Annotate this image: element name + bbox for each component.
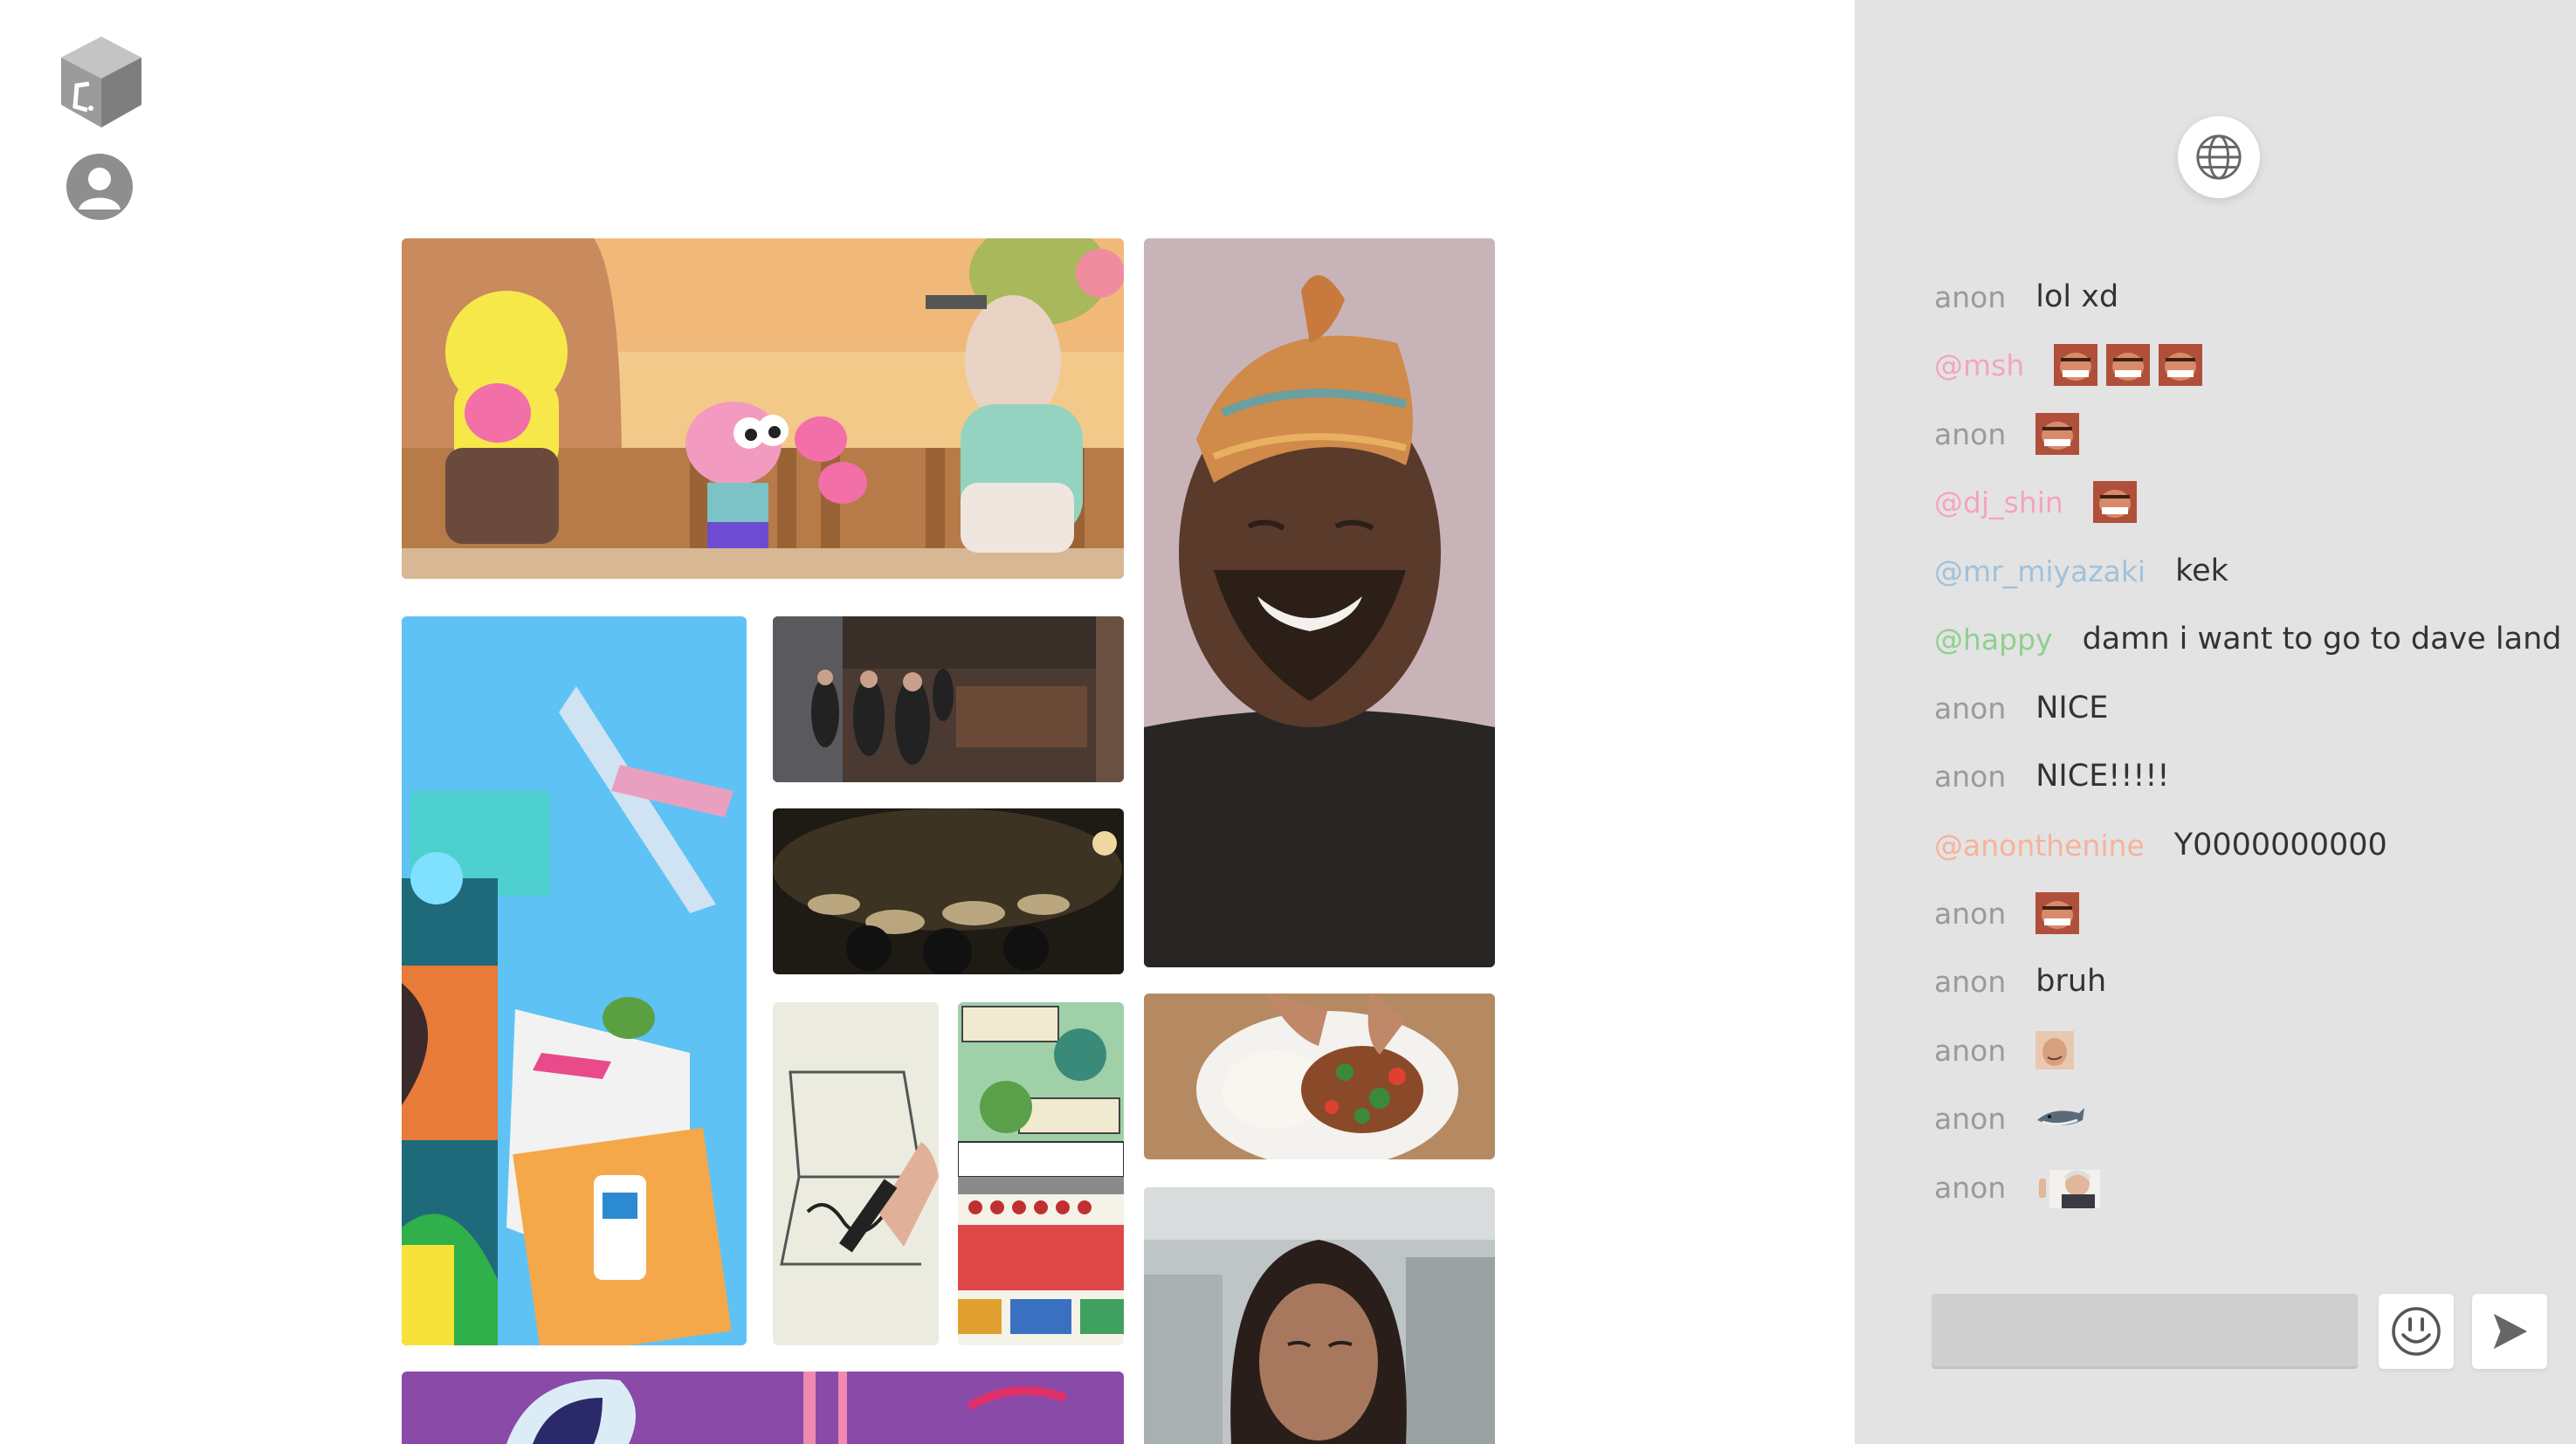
chat-username[interactable]: @anonthenine	[1934, 829, 2145, 863]
chat-message: anon lol xd	[1934, 271, 2118, 323]
game-scene-crowd-thumbnail[interactable]	[773, 616, 1124, 782]
chat-message: anon NICE	[1934, 682, 2108, 734]
chat-username[interactable]: anon	[1934, 1171, 2006, 1205]
chat-text: Y0000000000	[2173, 828, 2387, 863]
smirk-face-emote	[2035, 1031, 2075, 1069]
laughing-face-emote	[2054, 344, 2098, 386]
old-man-wave-emote	[2035, 1166, 2101, 1208]
chat-username[interactable]: @mr_miyazaki	[1934, 554, 2146, 588]
chat-text: NICE!!!!!	[2035, 759, 2170, 794]
chat-text: bruh	[2035, 964, 2107, 999]
laughing-face-emote	[2035, 892, 2080, 934]
chat-message: anon	[1934, 1092, 2095, 1145]
chat-message-input[interactable]	[1932, 1294, 2358, 1369]
drum-band-concert-thumbnail[interactable]	[773, 808, 1124, 974]
chat-username[interactable]: anon	[1934, 1034, 2006, 1068]
user-avatar-icon[interactable]	[65, 152, 134, 222]
cartoon-cotton-candy-thumbnail[interactable]	[402, 238, 1124, 579]
chat-text: lol xd	[2035, 279, 2119, 314]
chat-message: anon NICE!!!!!	[1934, 750, 2169, 802]
city-rooftop-illustration-thumbnail[interactable]	[402, 616, 747, 1345]
chat-username[interactable]: @happy	[1934, 622, 2053, 657]
globe-icon[interactable]	[2178, 116, 2260, 198]
laughing-face-emote	[2159, 344, 2203, 386]
chat-username[interactable]: @msh	[1934, 348, 2024, 382]
food-plate-thumbnail[interactable]	[1144, 994, 1495, 1159]
laughing-man-headwrap-thumbnail[interactable]	[1144, 238, 1495, 967]
chat-message: anon	[1934, 408, 2088, 460]
cube-logo-icon[interactable]	[56, 35, 147, 129]
chat-username[interactable]: anon	[1934, 897, 2006, 931]
laughing-face-emote	[2106, 344, 2151, 386]
chat-text: kek	[2175, 554, 2228, 588]
chat-username[interactable]: anon	[1934, 691, 2006, 725]
laughing-face-emote	[2035, 413, 2080, 455]
chat-message: @dj_shin	[1934, 476, 2146, 528]
laughing-face-emote	[2092, 481, 2137, 523]
chat-message: anon	[1934, 887, 2088, 939]
shark-emote	[2035, 1101, 2086, 1136]
chat-username[interactable]: anon	[1934, 965, 2006, 999]
chat-message: @msh	[1934, 339, 2211, 391]
chat-message: @mr_miyazaki kek	[1934, 545, 2228, 597]
send-arrow-icon[interactable]	[2472, 1294, 2547, 1369]
chat-message: anon	[1934, 1161, 2109, 1214]
chat-username[interactable]: anon	[1934, 1102, 2006, 1136]
chat-message: anon bruh	[1934, 955, 2106, 1007]
woman-portrait-thumbnail[interactable]	[1144, 1187, 1495, 1444]
pen-sketch-drawing-thumbnail[interactable]	[773, 1002, 939, 1345]
purple-comic-thumbnail[interactable]	[402, 1372, 1124, 1444]
smiley-icon[interactable]	[2379, 1294, 2454, 1369]
chat-text: NICE	[2035, 691, 2109, 725]
chat-username[interactable]: anon	[1934, 760, 2006, 794]
chat-username[interactable]: anon	[1934, 280, 2006, 314]
chat-username[interactable]: @dj_shin	[1934, 485, 2063, 519]
pokemon-battle-thumbnail[interactable]	[958, 1002, 1124, 1345]
chat-message: @anonthenine Y0000000000	[1934, 819, 2387, 871]
chat-text: damn i want to go to dave land	[2082, 622, 2562, 657]
chat-username[interactable]: anon	[1934, 417, 2006, 451]
chat-message: anon	[1934, 1024, 2083, 1076]
chat-message: @happy damn i want to go to dave land	[1934, 613, 2561, 665]
